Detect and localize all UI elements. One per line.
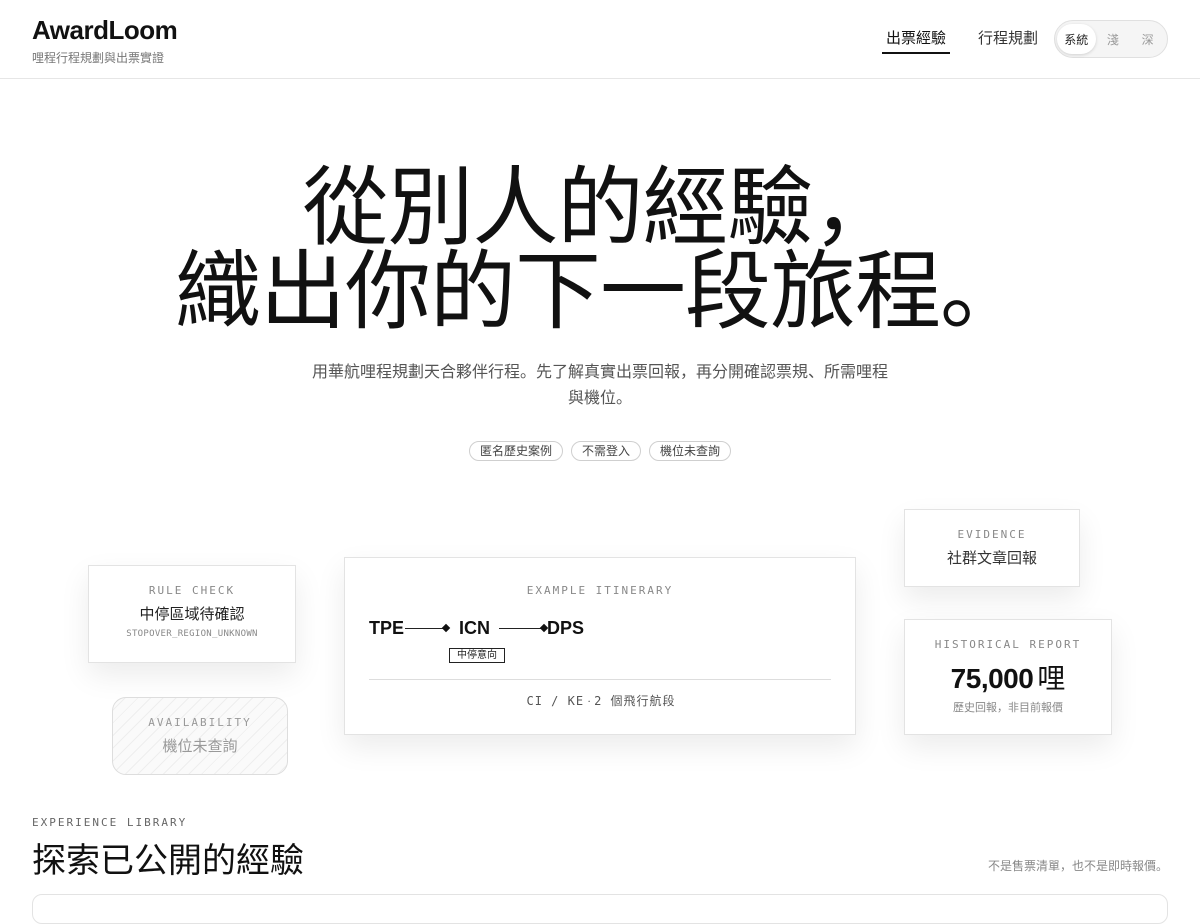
availability-card: AVAILABILITY 機位未查詢	[112, 697, 288, 775]
availability-title: 機位未查詢	[162, 739, 238, 755]
hero-title-line-2: 織出你的下一段旅程。	[175, 242, 1026, 342]
hero-title: 從別人的經驗， 織出你的下一段旅程。	[0, 158, 1200, 342]
historical-report-card: HISTORICAL REPORT 75,000 哩 歷史回報，非目前報價	[904, 619, 1112, 735]
itinerary-footer: CI / KE · 2 個飛行航段	[345, 692, 857, 709]
nav-link-experiences[interactable]: 出票經驗	[882, 27, 951, 54]
availability-label: AVAILABILITY	[148, 716, 252, 729]
report-miles-unit: 哩	[1037, 664, 1066, 695]
chip-availability-unchecked: 機位未查詢	[649, 441, 732, 461]
airport-stopover: ICN	[459, 618, 490, 638]
evidence-label: EVIDENCE	[957, 528, 1027, 541]
example-itinerary-card: EXAMPLE ITINERARY TPE ICN DPS 中停意向 CI / …	[344, 557, 856, 735]
hero-title-line-1: 從別人的經驗，	[302, 158, 899, 258]
itinerary-route: TPE ICN DPS 中停意向	[369, 618, 833, 668]
rule-check-title: 中停區域待確認	[139, 607, 245, 623]
theme-option-dark[interactable]: 深	[1130, 24, 1165, 54]
rule-check-label: RULE CHECK	[148, 584, 236, 597]
hero-subtitle: 用華航哩程規劃天合夥伴行程。先了解真實出票回報，再分開確認票規、所需哩程與機位。	[311, 364, 888, 407]
theme-toggle: 系統 淺 深	[1054, 20, 1168, 58]
evidence-title: 社群文章回報	[946, 551, 1037, 567]
hero-chips: 匿名歷史案例 不需登入 機位未查詢	[0, 441, 1200, 461]
theme-option-system[interactable]: 系統	[1057, 24, 1096, 54]
library-label: EXPERIENCE LIBRARY	[32, 816, 188, 829]
library-note: 不是售票清單，也不是即時報價。	[987, 859, 1168, 873]
itinerary-segments: 2 個飛行航段	[594, 694, 676, 708]
route-line-1	[405, 628, 445, 629]
brand-logo[interactable]: AwardLoom	[32, 15, 178, 46]
library-panel	[32, 894, 1168, 924]
report-miles-value: 75,000	[950, 663, 1034, 694]
stopover-intent-tag: 中停意向	[449, 648, 505, 663]
site-header: AwardLoom 哩程行程規劃與出票實證 出票經驗 行程規劃 系統 淺 深	[0, 0, 1200, 79]
report-note: 歷史回報，非目前報價	[953, 702, 1063, 714]
report-label: HISTORICAL REPORT	[934, 638, 1082, 651]
rule-check-code: STOPOVER_REGION_UNKNOWN	[126, 629, 258, 639]
route-point-1	[441, 623, 451, 633]
report-miles: 75,000 哩	[905, 657, 1111, 697]
airport-origin: TPE	[369, 618, 405, 638]
rule-check-card: RULE CHECK 中停區域待確認 STOPOVER_REGION_UNKNO…	[88, 565, 296, 663]
chip-anonymous-cases: 匿名歷史案例	[468, 441, 563, 461]
route-line-2	[499, 628, 543, 629]
evidence-card: EVIDENCE 社群文章回報	[904, 509, 1080, 587]
theme-option-light[interactable]: 淺	[1096, 24, 1131, 54]
itinerary-label: EXAMPLE ITINERARY	[526, 584, 674, 597]
library-title: 探索已公開的經驗	[32, 843, 304, 880]
itinerary-divider	[369, 679, 831, 680]
main-nav: 出票經驗 行程規劃	[882, 27, 1042, 54]
itinerary-separator: ·	[587, 694, 592, 708]
itinerary-carriers: CI / KE	[526, 694, 585, 708]
nav-link-planner[interactable]: 行程規劃	[974, 27, 1042, 54]
airport-destination: DPS	[547, 618, 585, 638]
brand-tagline: 哩程行程規劃與出票實證	[32, 51, 165, 65]
chip-no-login: 不需登入	[570, 441, 641, 461]
